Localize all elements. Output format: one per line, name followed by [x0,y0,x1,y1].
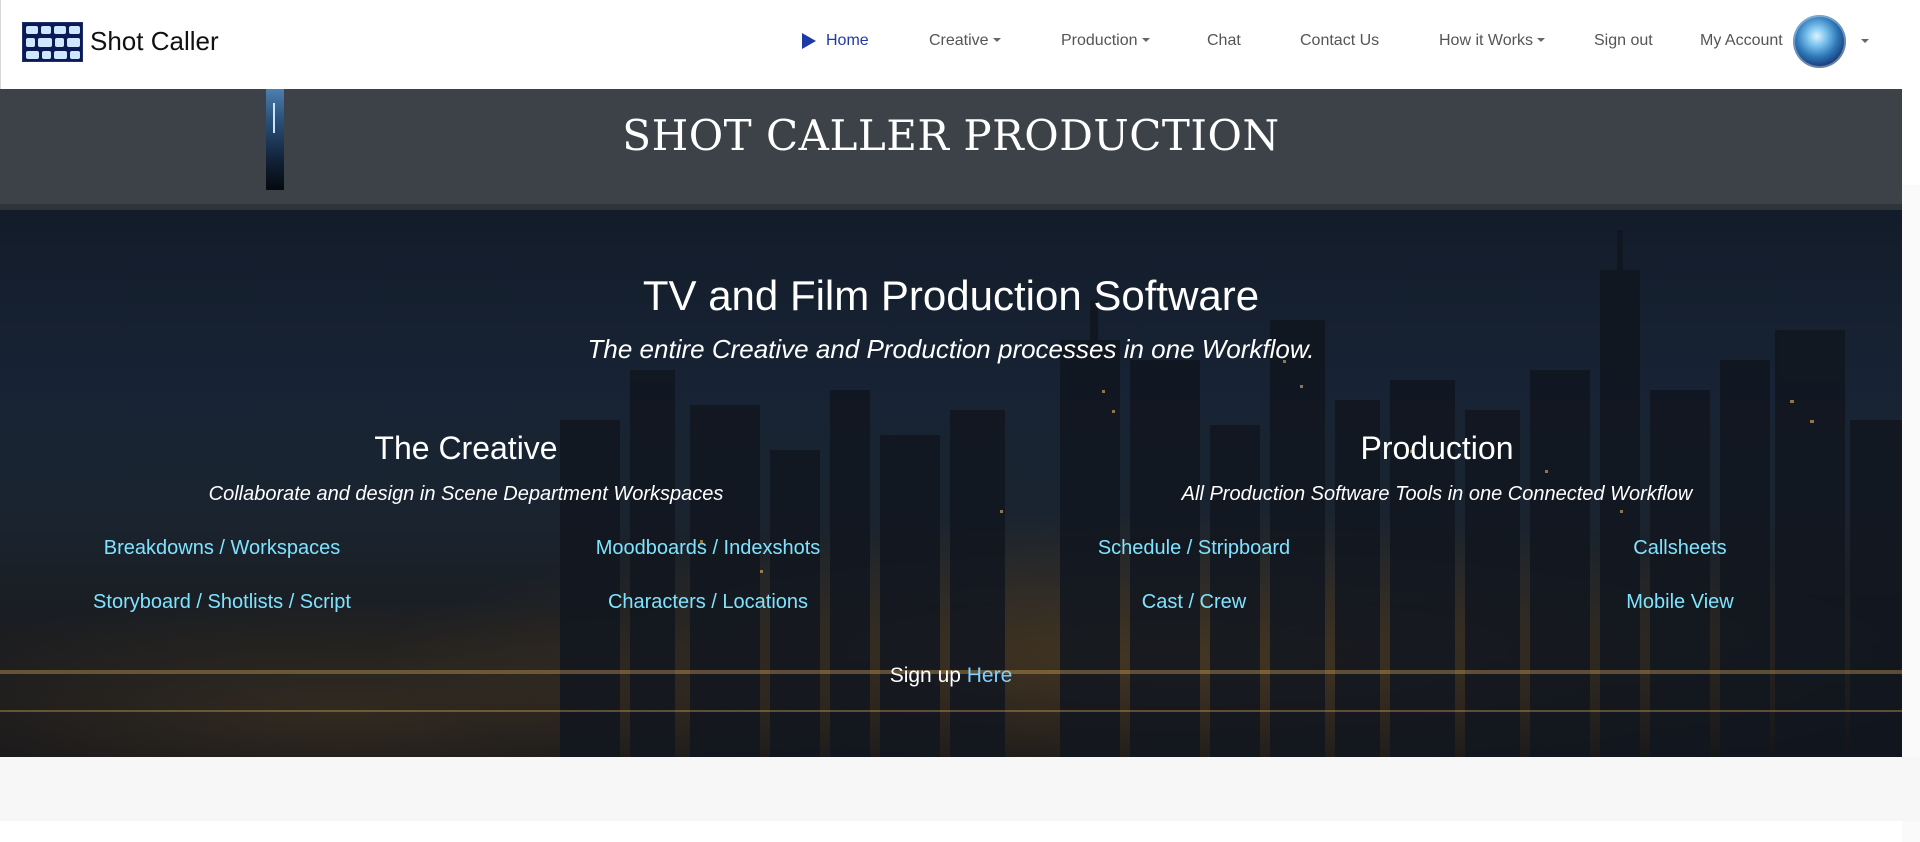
nav-production[interactable]: Production [1061,31,1150,51]
caret-down-icon [1536,38,1545,42]
link-characters-locations[interactable]: Characters / Locations [508,591,908,614]
nav-home[interactable]: Home [826,31,869,51]
nav-creative[interactable]: Creative [929,31,1001,51]
page-title: SHOT CALLER PRODUCTION [622,111,1280,160]
link-schedule-stripboard[interactable]: Schedule / Stripboard [994,537,1394,560]
nav-how-it-works[interactable]: How it Works [1439,31,1545,51]
nav-contact[interactable]: Contact Us [1300,31,1379,51]
link-storyboard-shotlists-script[interactable]: Storyboard / Shotlists / Script [22,591,422,614]
nav-creative-label: Creative [929,32,989,49]
top-navbar: Shot Caller Home Creative Production Cha… [0,0,1902,89]
hero-subtitle: The entire Creative and Production proce… [587,334,1315,364]
caret-down-icon [1141,38,1150,42]
link-callsheets[interactable]: Callsheets [1480,537,1880,560]
nav-chat[interactable]: Chat [1207,31,1241,51]
link-breakdowns-workspaces[interactable]: Breakdowns / Workspaces [22,537,422,560]
creative-subtitle: Collaborate and design in Scene Departme… [208,483,724,505]
title-band: SHOT CALLER PRODUCTION [0,89,1902,210]
caret-down-icon [992,38,1001,42]
hero-content: TV and Film Production Software The enti… [0,210,1902,757]
brand-name[interactable]: Shot Caller [90,26,219,56]
nav-how-label: How it Works [1439,32,1533,49]
film-grid-logo-icon[interactable] [22,22,83,62]
nav-sign-out[interactable]: Sign out [1594,31,1653,51]
hero-title: TV and Film Production Software [642,272,1260,319]
below-hero-band [0,757,1902,821]
nav-production-label: Production [1061,32,1138,49]
nav-my-account[interactable]: My Account [1700,31,1783,51]
page-scrollbar-track[interactable] [1902,0,1920,842]
link-cast-crew[interactable]: Cast / Crew [994,591,1394,614]
hero-section: TV and Film Production Software The enti… [0,210,1902,757]
production-subtitle: All Production Software Tools in one Con… [1181,483,1693,505]
play-icon [802,33,816,49]
avatar[interactable] [1793,15,1846,68]
signup-here-link[interactable]: Here [967,664,1013,687]
signup-prefix: Sign up [889,664,967,687]
link-moodboards-indexshots[interactable]: Moodboards / Indexshots [508,537,908,560]
signup-prompt: Sign up Here [0,664,1902,688]
link-mobile-view[interactable]: Mobile View [1480,591,1880,614]
production-title: Production [1360,430,1514,466]
next-section-peek [0,821,1902,842]
account-caret-down-icon[interactable] [1861,39,1869,43]
creative-title: The Creative [374,430,558,466]
